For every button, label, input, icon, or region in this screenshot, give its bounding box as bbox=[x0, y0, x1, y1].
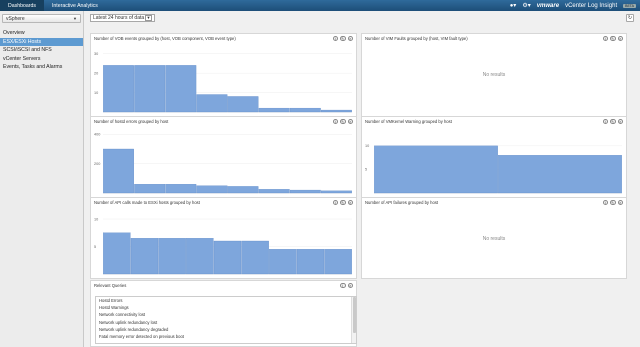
sidebar: vSphere ▼ Overview ESX/ESXi Hosts SCSI/i… bbox=[0, 11, 84, 347]
info-icon[interactable]: i bbox=[602, 35, 608, 41]
sidebar-item-esx-hosts[interactable]: ESX/ESXi Hosts bbox=[0, 37, 83, 46]
sidebar-item-overview[interactable]: Overview bbox=[0, 29, 83, 38]
query-uplink-redundancy-degraded[interactable]: Network uplink redundancy degraded bbox=[96, 326, 356, 333]
panel-title: Number of API failures grouped by host bbox=[365, 200, 439, 205]
y-tick-label: 10 bbox=[365, 144, 369, 148]
vmware-logo: vmware bbox=[536, 2, 560, 9]
panel-vmkernel-warnings: Number of VMKernel Warning grouped by ho… bbox=[361, 116, 627, 198]
chart-hostd-errors: 200 400 bbox=[94, 133, 352, 194]
chart-bar[interactable] bbox=[258, 189, 290, 194]
dashboard-list: Overview ESX/ESXi Hosts SCSI/iSCSI and N… bbox=[0, 29, 83, 72]
refresh-icon[interactable]: ↻ bbox=[626, 14, 634, 22]
y-tick-label: 5 bbox=[94, 245, 96, 249]
no-results-text: No results bbox=[482, 72, 506, 78]
no-results-text: No results bbox=[482, 236, 506, 242]
sidebar-item-scsi-nfs[interactable]: SCSI/iSCSI and NFS bbox=[0, 46, 83, 55]
panel-api-failures: Number of API failures grouped by host i… bbox=[361, 197, 627, 279]
chart-bar[interactable] bbox=[321, 190, 352, 194]
y-tick-label: 10 bbox=[94, 217, 98, 221]
chart-bar[interactable] bbox=[103, 232, 131, 275]
chart-bar[interactable] bbox=[227, 96, 259, 113]
query-fatal-memory-error[interactable]: Fatal memory error detected on previous … bbox=[96, 333, 356, 340]
chart-bar[interactable] bbox=[227, 186, 259, 194]
query-uplink-redundancy-lost[interactable]: Network uplink redundancy lost bbox=[96, 319, 356, 326]
panel-relevant-queries: Relevant Queries i × Hostd Errors Hostd … bbox=[90, 280, 357, 347]
info-icon[interactable]: i bbox=[602, 199, 608, 205]
dashboard-main: Latest 24 hours of data ▼ ↻ Number of VO… bbox=[85, 11, 640, 347]
panel-api-calls: Number of API calls made to ESXi hosts g… bbox=[90, 197, 357, 279]
time-range-value: Latest 24 hours of data bbox=[93, 15, 145, 21]
info-icon[interactable]: i bbox=[340, 282, 346, 288]
edit-icon[interactable]: ✎ bbox=[610, 35, 616, 41]
beta-badge: BETA bbox=[623, 3, 636, 8]
user-icon[interactable]: ●▾ bbox=[510, 2, 517, 9]
list-scrollbar[interactable] bbox=[351, 297, 356, 343]
edit-icon[interactable]: ✎ bbox=[610, 199, 616, 205]
chart-bar[interactable] bbox=[213, 240, 242, 275]
chart-bar[interactable] bbox=[498, 155, 622, 194]
chart-bar[interactable] bbox=[165, 65, 197, 113]
chart-bar[interactable] bbox=[103, 148, 134, 194]
content-pack-select[interactable]: vSphere ▼ bbox=[2, 14, 81, 23]
chart-bar[interactable] bbox=[186, 238, 214, 275]
relevant-queries-list: Hostd Errors Hostd Warnings Network conn… bbox=[95, 296, 357, 344]
scrollbar-thumb[interactable] bbox=[352, 297, 356, 333]
panel-vim-faults: Number of VIM Faults grouped by (host, V… bbox=[361, 33, 627, 117]
product-name: vCenter Log Insight bbox=[565, 2, 618, 9]
chart-api-calls: 5 10 bbox=[94, 217, 352, 275]
chart-bar[interactable] bbox=[258, 107, 290, 113]
panel-actions: i × bbox=[340, 282, 353, 288]
gear-icon[interactable]: ⚙▾ bbox=[522, 2, 530, 9]
y-tick-label: 200 bbox=[94, 162, 100, 166]
chart-bar[interactable] bbox=[134, 184, 166, 194]
y-tick-label: 30 bbox=[94, 52, 98, 56]
chart-bar[interactable] bbox=[130, 238, 159, 275]
query-hostd-errors[interactable]: Hostd Errors bbox=[96, 297, 356, 304]
chart-bar[interactable] bbox=[103, 65, 134, 113]
chart-bar[interactable] bbox=[196, 185, 228, 194]
chart-bar[interactable] bbox=[374, 145, 498, 194]
close-icon[interactable]: × bbox=[347, 282, 353, 288]
y-tick-label: 5 bbox=[365, 168, 367, 172]
y-tick-label: 400 bbox=[94, 133, 100, 137]
chart-bar[interactable] bbox=[289, 189, 321, 194]
chart-bar[interactable] bbox=[321, 109, 352, 113]
chart-vob-events: 10 20 30 bbox=[94, 52, 352, 113]
tab-interactive-analytics[interactable]: Interactive Analytics bbox=[44, 0, 106, 11]
query-hostd-warnings[interactable]: Hostd Warnings bbox=[96, 304, 356, 311]
chart-bar[interactable] bbox=[289, 107, 321, 113]
close-icon[interactable]: × bbox=[617, 199, 623, 205]
panel-title: Relevant Queries bbox=[94, 283, 127, 288]
chart-bar[interactable] bbox=[241, 240, 269, 275]
sidebar-item-vcenter-servers[interactable]: vCenter Servers bbox=[0, 55, 83, 64]
chart-bar[interactable] bbox=[134, 65, 166, 113]
chart-vmkernel-warnings: 5 10 bbox=[365, 144, 622, 194]
chart-bar[interactable] bbox=[196, 94, 228, 113]
top-nav-bar: Dashboards Interactive Analytics ●▾ ⚙▾ v… bbox=[0, 0, 640, 11]
panel-title: Number of VIM Faults grouped by (host, V… bbox=[365, 36, 468, 41]
time-range-select[interactable]: Latest 24 hours of data ▼ bbox=[90, 14, 155, 22]
y-tick-label: 20 bbox=[94, 71, 98, 75]
panel-vob-events: Number of VOB events grouped by (host, V… bbox=[90, 33, 357, 117]
sidebar-item-events-tasks-alarms[interactable]: Events, Tasks and Alarms bbox=[0, 63, 83, 72]
chart-bar[interactable] bbox=[165, 184, 197, 194]
chart-bar[interactable] bbox=[296, 249, 325, 275]
content-pack-select-value: vSphere bbox=[6, 15, 25, 22]
chevron-down-icon: ▼ bbox=[145, 15, 152, 21]
top-right-controls: ●▾ ⚙▾ vmware vCenter Log Insight BETA bbox=[510, 0, 640, 11]
chart-bar[interactable] bbox=[158, 238, 186, 275]
chevron-down-icon: ▼ bbox=[73, 16, 77, 21]
query-network-connectivity-lost[interactable]: Network connectivity lost bbox=[96, 311, 356, 318]
chart-bar[interactable] bbox=[269, 249, 297, 275]
y-tick-label: 10 bbox=[94, 91, 98, 95]
tab-dashboards[interactable]: Dashboards bbox=[0, 0, 44, 11]
chart-bar[interactable] bbox=[324, 249, 352, 275]
panel-hostd-errors: Number of hostd errors grouped by host i… bbox=[90, 116, 357, 198]
panel-actions: i ✎ × bbox=[602, 35, 623, 41]
panel-actions: i ✎ × bbox=[602, 199, 623, 205]
close-icon[interactable]: × bbox=[617, 35, 623, 41]
